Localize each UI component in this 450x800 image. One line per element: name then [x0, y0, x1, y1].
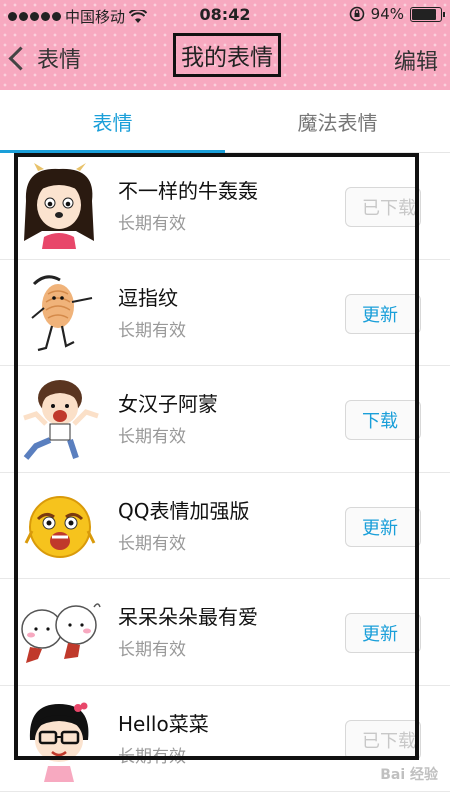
battery-icon — [410, 6, 445, 22]
item-validity: 长期有效 — [118, 320, 186, 341]
status-bar: 中国移动 08:42 94% — [0, 0, 450, 30]
caicai-girl-icon — [29, 702, 89, 782]
item-validity: 长期有效 — [118, 214, 186, 234]
battery-percent: 94% — [370, 5, 404, 23]
tab-magic-emoticons[interactable]: 魔法表情 — [225, 90, 450, 152]
rotation-lock-icon — [349, 6, 364, 22]
fingerprint-man-icon — [31, 274, 93, 351]
list-item[interactable]: 呆呆朵朵最有爱 长期有效 更新 — [0, 579, 450, 686]
item-validity: 长期有效 — [118, 427, 186, 447]
update-button[interactable]: 更新 — [345, 293, 421, 334]
item-validity: 长期有效 — [118, 533, 186, 554]
item-name: 不一样的牛轰轰 — [118, 179, 258, 203]
list-item[interactable]: 女汉子阿蒙 长期有效 下载 — [0, 366, 450, 473]
edit-button[interactable]: 编辑 — [394, 44, 438, 76]
list-item[interactable]: QQ表情加强版 长期有效 更新 — [0, 473, 450, 579]
amon-girl-icon — [23, 380, 99, 460]
list-item[interactable]: 不一样的牛轰轰 长期有效 已下载 — [0, 153, 450, 260]
tab-bar: 表情 魔法表情 — [0, 90, 450, 153]
list-item[interactable]: 逗指纹 长期有效 更新 — [0, 260, 450, 366]
item-name: Hello菜菜 — [118, 711, 209, 736]
nav-bar: 表情 我的表情 编辑 — [0, 30, 450, 90]
download-button[interactable]: 下载 — [345, 400, 421, 440]
downloaded-button[interactable]: 已下载 — [345, 719, 421, 760]
item-validity: 长期有效 — [118, 640, 186, 660]
back-button[interactable]: 表情 — [6, 42, 81, 74]
item-validity: 长期有效 — [118, 746, 186, 767]
back-label: 表情 — [37, 48, 82, 73]
item-name: QQ表情加强版 — [118, 498, 250, 523]
bull-girl-icon — [24, 163, 94, 249]
update-button[interactable]: 更新 — [345, 613, 421, 653]
chevron-left-icon — [8, 45, 33, 71]
page-title: 我的表情 — [173, 33, 281, 77]
downloaded-button[interactable]: 已下载 — [345, 187, 421, 227]
item-name: 逗指纹 — [118, 285, 178, 310]
tab-emoticons[interactable]: 表情 — [0, 90, 225, 152]
item-name: 女汉子阿蒙 — [118, 392, 218, 416]
qq-face-icon — [24, 495, 96, 558]
twin-babies-icon — [21, 603, 101, 663]
item-name: 呆呆朵朵最有爱 — [118, 605, 258, 629]
emoticon-list: 不一样的牛轰轰 长期有效 已下载 逗指纹 长期有效 更新 女汉子阿蒙 长期有效 … — [0, 153, 450, 792]
update-button[interactable]: 更新 — [345, 506, 421, 547]
watermark: Bai 经验 — [380, 767, 438, 783]
header-bar: 中国移动 08:42 94% 表情 我的表情 编辑 — [0, 0, 450, 90]
